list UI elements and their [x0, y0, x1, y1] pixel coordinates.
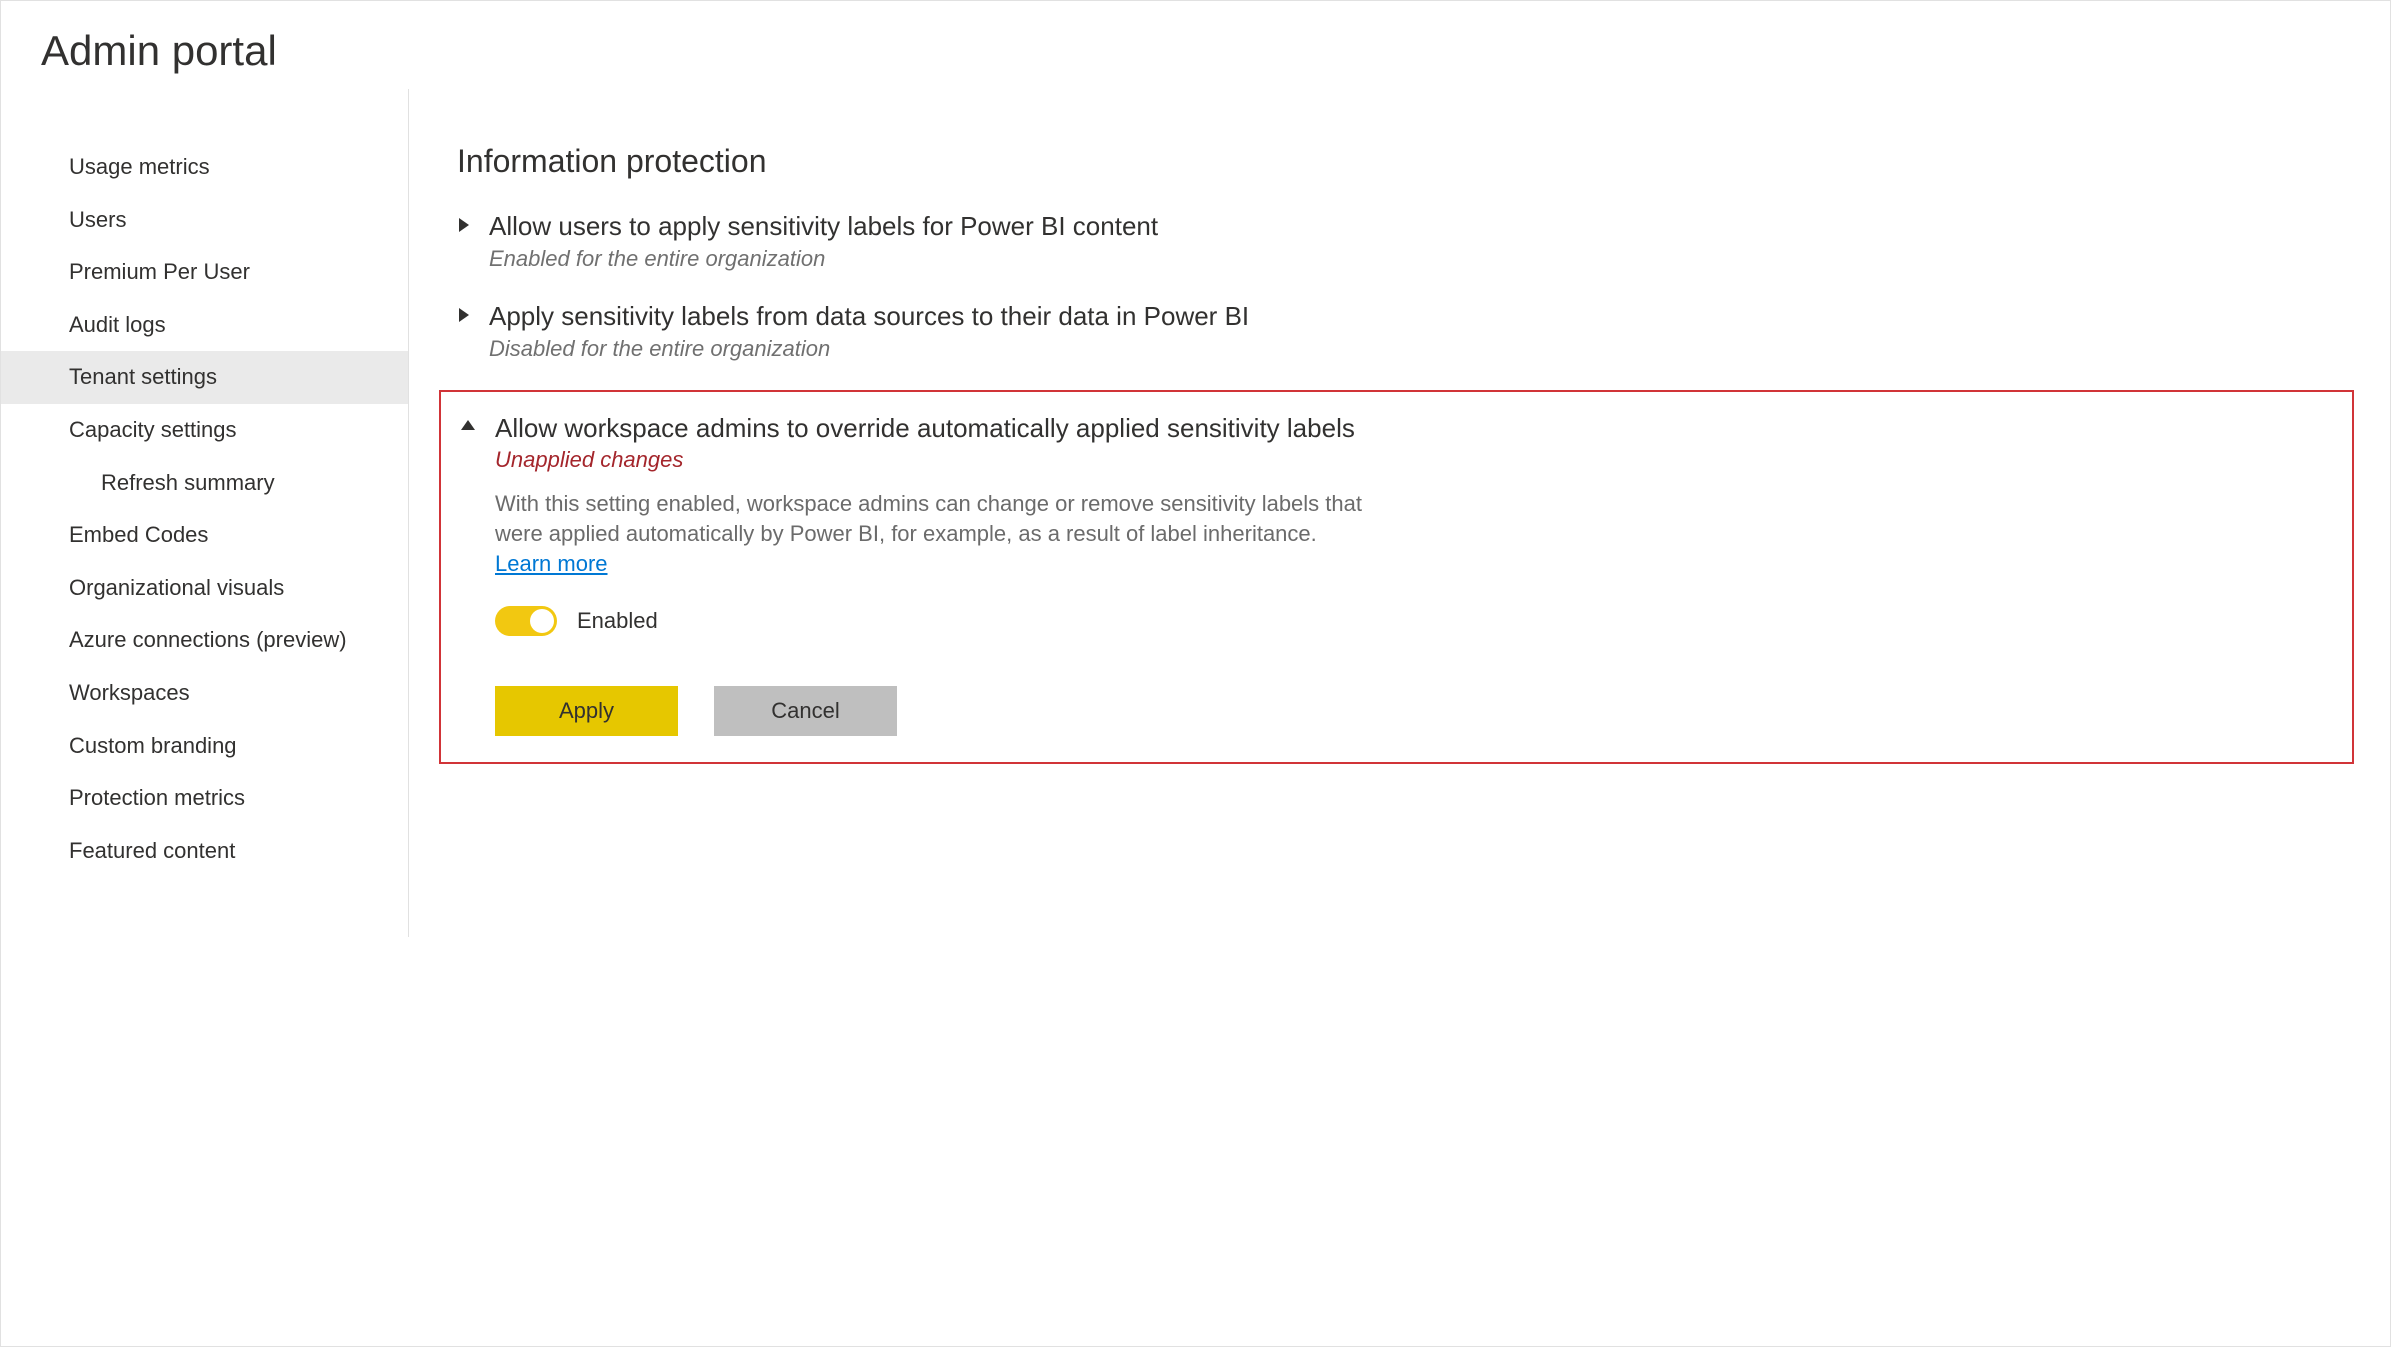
sidebar-item-embed-codes[interactable]: Embed Codes: [1, 509, 408, 562]
toggle-knob: [530, 609, 554, 633]
enabled-toggle[interactable]: [495, 606, 557, 636]
setting-workspace-admins-override: Allow workspace admins to override autom…: [439, 390, 2354, 765]
caret-right-icon: [457, 216, 471, 234]
caret-up-icon: [459, 418, 477, 432]
sidebar-item-usage-metrics[interactable]: Usage metrics: [1, 141, 408, 194]
sidebar: Usage metrics Users Premium Per User Aud…: [1, 89, 409, 937]
setting-status: Unapplied changes: [495, 447, 1355, 473]
sidebar-item-custom-branding[interactable]: Custom branding: [1, 720, 408, 773]
sidebar-item-organizational-visuals[interactable]: Organizational visuals: [1, 562, 408, 615]
section-heading: Information protection: [457, 143, 2354, 180]
sidebar-item-audit-logs[interactable]: Audit logs: [1, 299, 408, 352]
setting-status: Disabled for the entire organization: [489, 336, 1249, 362]
apply-button[interactable]: Apply: [495, 686, 678, 736]
setting-body: With this setting enabled, workspace adm…: [459, 489, 2326, 736]
setting-title: Allow users to apply sensitivity labels …: [489, 210, 1158, 244]
cancel-button[interactable]: Cancel: [714, 686, 897, 736]
toggle-label: Enabled: [577, 608, 658, 634]
sidebar-item-tenant-settings[interactable]: Tenant settings: [1, 351, 408, 404]
caret-right-icon: [457, 306, 471, 324]
learn-more-link[interactable]: Learn more: [495, 551, 608, 576]
sidebar-item-protection-metrics[interactable]: Protection metrics: [1, 772, 408, 825]
setting-apply-sensitivity-labels: Allow users to apply sensitivity labels …: [457, 210, 2354, 272]
sidebar-item-capacity-settings[interactable]: Capacity settings: [1, 404, 408, 457]
setting-title: Allow workspace admins to override autom…: [495, 412, 1355, 446]
setting-header[interactable]: Allow users to apply sensitivity labels …: [457, 210, 2354, 272]
layout: Usage metrics Users Premium Per User Aud…: [1, 89, 2390, 937]
setting-description: With this setting enabled, workspace adm…: [495, 489, 1375, 578]
setting-header[interactable]: Apply sensitivity labels from data sourc…: [457, 300, 2354, 362]
sidebar-item-azure-connections[interactable]: Azure connections (preview): [1, 614, 408, 667]
page-title: Admin portal: [1, 1, 2390, 89]
sidebar-item-featured-content[interactable]: Featured content: [1, 825, 408, 878]
sidebar-item-refresh-summary[interactable]: Refresh summary: [1, 457, 408, 510]
admin-portal-page: Admin portal Usage metrics Users Premium…: [0, 0, 2391, 1347]
setting-apply-from-data-sources: Apply sensitivity labels from data sourc…: [457, 300, 2354, 362]
setting-title: Apply sensitivity labels from data sourc…: [489, 300, 1249, 334]
button-row: Apply Cancel: [495, 686, 2326, 736]
sidebar-item-workspaces[interactable]: Workspaces: [1, 667, 408, 720]
sidebar-item-users[interactable]: Users: [1, 194, 408, 247]
sidebar-item-premium-per-user[interactable]: Premium Per User: [1, 246, 408, 299]
main-content: Information protection Allow users to ap…: [409, 89, 2390, 937]
setting-status: Enabled for the entire organization: [489, 246, 1158, 272]
setting-header[interactable]: Allow workspace admins to override autom…: [459, 412, 2326, 474]
toggle-row: Enabled: [495, 606, 2326, 636]
